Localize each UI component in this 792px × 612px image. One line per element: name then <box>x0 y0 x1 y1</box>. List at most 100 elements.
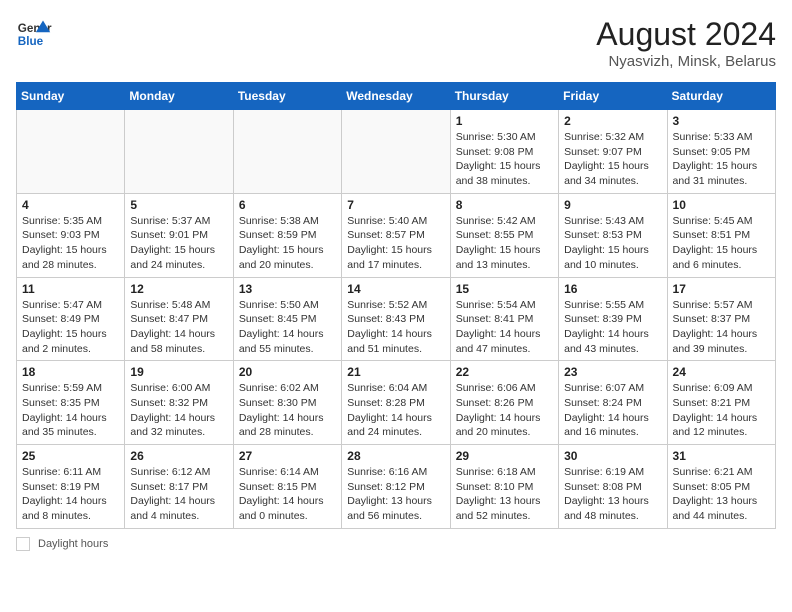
day-number: 16 <box>564 282 661 296</box>
weekday-header-wednesday: Wednesday <box>342 83 450 110</box>
day-number: 27 <box>239 449 336 463</box>
day-info: Sunrise: 6:14 AM Sunset: 8:15 PM Dayligh… <box>239 465 336 524</box>
day-number: 18 <box>22 365 119 379</box>
calendar-cell: 26 Sunrise: 6:12 AM Sunset: 8:17 PM Dayli… <box>125 445 233 529</box>
calendar-cell <box>342 110 450 194</box>
day-number: 5 <box>130 198 227 212</box>
day-number: 8 <box>456 198 553 212</box>
calendar-cell <box>125 110 233 194</box>
day-number: 25 <box>22 449 119 463</box>
day-number: 28 <box>347 449 444 463</box>
day-number: 13 <box>239 282 336 296</box>
calendar-cell: 9Sunrise: 5:43 AM Sunset: 8:53 PM Daylig… <box>559 193 667 277</box>
day-info: Sunrise: 6:19 AM Sunset: 8:08 PM Dayligh… <box>564 465 661 524</box>
day-number: 12 <box>130 282 227 296</box>
calendar-cell: 2Sunrise: 5:32 AM Sunset: 9:07 PM Daylig… <box>559 110 667 194</box>
weekday-header-row: SundayMondayTuesdayWednesdayThursdayFrid… <box>17 83 776 110</box>
calendar-cell: 13Sunrise: 5:50 AM Sunset: 8:45 PM Dayli… <box>233 277 341 361</box>
day-info: Sunrise: 6:11 AM Sunset: 8:19 PM Dayligh… <box>22 465 119 524</box>
week-row-3: 11Sunrise: 5:47 AM Sunset: 8:49 PM Dayli… <box>17 277 776 361</box>
day-info: Sunrise: 5:30 AM Sunset: 9:08 PM Dayligh… <box>456 130 553 189</box>
day-info: Sunrise: 5:35 AM Sunset: 9:03 PM Dayligh… <box>22 214 119 273</box>
day-info: Sunrise: 5:59 AM Sunset: 8:35 PM Dayligh… <box>22 381 119 440</box>
day-number: 7 <box>347 198 444 212</box>
logo-icon: General Blue <box>16 16 52 52</box>
location: Nyasvizh, Minsk, Belarus <box>596 53 776 70</box>
calendar-table: SundayMondayTuesdayWednesdayThursdayFrid… <box>16 82 776 529</box>
day-info: Sunrise: 6:02 AM Sunset: 8:30 PM Dayligh… <box>239 381 336 440</box>
day-number: 10 <box>673 198 770 212</box>
day-number: 31 <box>673 449 770 463</box>
day-number: 1 <box>456 114 553 128</box>
day-info: Sunrise: 6:06 AM Sunset: 8:26 PM Dayligh… <box>456 381 553 440</box>
day-info: Sunrise: 5:45 AM Sunset: 8:51 PM Dayligh… <box>673 214 770 273</box>
weekday-header-tuesday: Tuesday <box>233 83 341 110</box>
day-info: Sunrise: 6:09 AM Sunset: 8:21 PM Dayligh… <box>673 381 770 440</box>
day-info: Sunrise: 6:12 AM Sunset: 8:17 PM Dayligh… <box>130 465 227 524</box>
day-number: 30 <box>564 449 661 463</box>
calendar-cell: 23 Sunrise: 6:07 AM Sunset: 8:24 PM Dayli… <box>559 361 667 445</box>
calendar-cell: 30 Sunrise: 6:19 AM Sunset: 8:08 PM Dayli… <box>559 445 667 529</box>
weekday-header-monday: Monday <box>125 83 233 110</box>
calendar-cell: 28 Sunrise: 6:16 AM Sunset: 8:12 PM Dayli… <box>342 445 450 529</box>
calendar-cell: 18 Sunrise: 5:59 AM Sunset: 8:35 PM Dayli… <box>17 361 125 445</box>
footer: Daylight hours <box>16 537 776 551</box>
calendar-cell <box>233 110 341 194</box>
day-info: Sunrise: 5:43 AM Sunset: 8:53 PM Dayligh… <box>564 214 661 273</box>
calendar-cell: 29Sunrise: 6:18 AM Sunset: 8:10 PM Dayli… <box>450 445 558 529</box>
weekday-header-thursday: Thursday <box>450 83 558 110</box>
day-info: Sunrise: 5:40 AM Sunset: 8:57 PM Dayligh… <box>347 214 444 273</box>
day-info: Sunrise: 6:00 AM Sunset: 8:32 PM Dayligh… <box>130 381 227 440</box>
week-row-4: 18 Sunrise: 5:59 AM Sunset: 8:35 PM Dayli… <box>17 361 776 445</box>
calendar-cell: 3Sunrise: 5:33 AM Sunset: 9:05 PM Daylig… <box>667 110 775 194</box>
calendar-cell: 27 Sunrise: 6:14 AM Sunset: 8:15 PM Dayli… <box>233 445 341 529</box>
calendar-cell: 20Sunrise: 6:02 AM Sunset: 8:30 PM Dayli… <box>233 361 341 445</box>
weekday-header-saturday: Saturday <box>667 83 775 110</box>
day-number: 22 <box>456 365 553 379</box>
calendar-cell: 6Sunrise: 5:38 AM Sunset: 8:59 PM Daylig… <box>233 193 341 277</box>
calendar-cell: 17 Sunrise: 5:57 AM Sunset: 8:37 PM Dayli… <box>667 277 775 361</box>
day-info: Sunrise: 5:32 AM Sunset: 9:07 PM Dayligh… <box>564 130 661 189</box>
day-info: Sunrise: 5:55 AM Sunset: 8:39 PM Dayligh… <box>564 298 661 357</box>
title-area: August 2024 Nyasvizh, Minsk, Belarus <box>596 16 776 70</box>
day-info: Sunrise: 5:47 AM Sunset: 8:49 PM Dayligh… <box>22 298 119 357</box>
daylight-box <box>16 537 30 551</box>
day-number: 19 <box>130 365 227 379</box>
day-info: Sunrise: 5:38 AM Sunset: 8:59 PM Dayligh… <box>239 214 336 273</box>
day-number: 14 <box>347 282 444 296</box>
day-info: Sunrise: 6:07 AM Sunset: 8:24 PM Dayligh… <box>564 381 661 440</box>
calendar-cell: 22 Sunrise: 6:06 AM Sunset: 8:26 PM Dayli… <box>450 361 558 445</box>
calendar-cell: 14Sunrise: 5:52 AM Sunset: 8:43 PM Dayli… <box>342 277 450 361</box>
month-year: August 2024 <box>596 16 776 53</box>
day-info: Sunrise: 6:18 AM Sunset: 8:10 PM Dayligh… <box>456 465 553 524</box>
day-info: Sunrise: 5:57 AM Sunset: 8:37 PM Dayligh… <box>673 298 770 357</box>
calendar-cell: 4 Sunrise: 5:35 AM Sunset: 9:03 PM Daylig… <box>17 193 125 277</box>
header: General Blue August 2024 Nyasvizh, Minsk… <box>16 16 776 70</box>
calendar-cell: 10 Sunrise: 5:45 AM Sunset: 8:51 PM Dayli… <box>667 193 775 277</box>
day-info: Sunrise: 5:37 AM Sunset: 9:01 PM Dayligh… <box>130 214 227 273</box>
svg-text:Blue: Blue <box>18 35 44 48</box>
day-number: 15 <box>456 282 553 296</box>
day-info: Sunrise: 5:33 AM Sunset: 9:05 PM Dayligh… <box>673 130 770 189</box>
calendar-cell: 8 Sunrise: 5:42 AM Sunset: 8:55 PM Daylig… <box>450 193 558 277</box>
day-number: 4 <box>22 198 119 212</box>
day-info: Sunrise: 5:54 AM Sunset: 8:41 PM Dayligh… <box>456 298 553 357</box>
week-row-1: 1 Sunrise: 5:30 AM Sunset: 9:08 PM Daylig… <box>17 110 776 194</box>
calendar-cell: 19 Sunrise: 6:00 AM Sunset: 8:32 PM Dayli… <box>125 361 233 445</box>
day-info: Sunrise: 6:16 AM Sunset: 8:12 PM Dayligh… <box>347 465 444 524</box>
calendar-cell: 31Sunrise: 6:21 AM Sunset: 8:05 PM Dayli… <box>667 445 775 529</box>
calendar-cell: 15 Sunrise: 5:54 AM Sunset: 8:41 PM Dayli… <box>450 277 558 361</box>
day-info: Sunrise: 5:42 AM Sunset: 8:55 PM Dayligh… <box>456 214 553 273</box>
calendar-cell: 5 Sunrise: 5:37 AM Sunset: 9:01 PM Daylig… <box>125 193 233 277</box>
week-row-2: 4 Sunrise: 5:35 AM Sunset: 9:03 PM Daylig… <box>17 193 776 277</box>
calendar-cell: 25 Sunrise: 6:11 AM Sunset: 8:19 PM Dayli… <box>17 445 125 529</box>
day-number: 24 <box>673 365 770 379</box>
day-info: Sunrise: 5:48 AM Sunset: 8:47 PM Dayligh… <box>130 298 227 357</box>
day-number: 23 <box>564 365 661 379</box>
calendar-cell: 1 Sunrise: 5:30 AM Sunset: 9:08 PM Daylig… <box>450 110 558 194</box>
day-number: 26 <box>130 449 227 463</box>
weekday-header-friday: Friday <box>559 83 667 110</box>
day-number: 17 <box>673 282 770 296</box>
calendar-cell: 11Sunrise: 5:47 AM Sunset: 8:49 PM Dayli… <box>17 277 125 361</box>
calendar-cell <box>17 110 125 194</box>
